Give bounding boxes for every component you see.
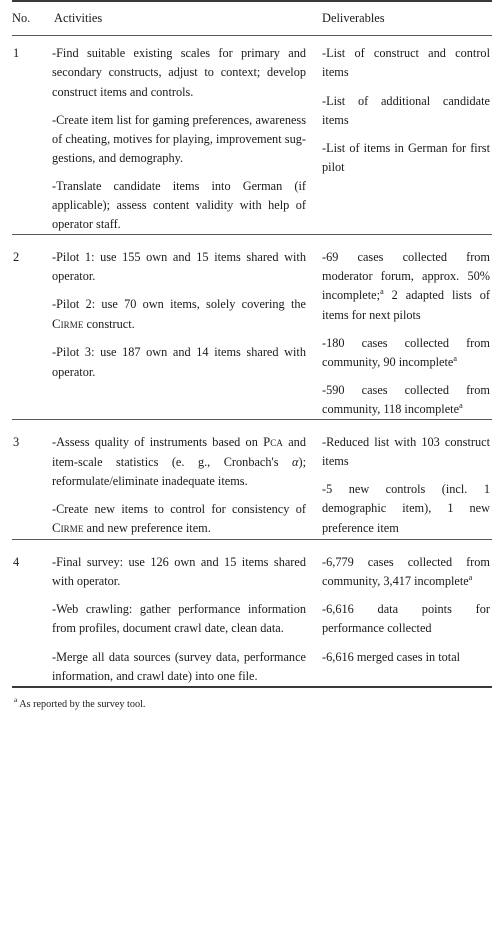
- row-number: 4: [13, 555, 20, 570]
- footnote-text: As reported by the survey tool.: [19, 698, 146, 710]
- column-header-activities: Activities: [54, 11, 103, 25]
- row-deliverables: -69 cases collected from moderator forum…: [320, 240, 492, 419]
- activity-item: -Merge all data sources (survey data, pe…: [52, 649, 306, 683]
- deliverable-item: -6,779 cases collected from community, 3…: [322, 555, 490, 589]
- booktabs-table: No. Activities Deliverables 1 -Find suit…: [12, 0, 492, 694]
- deliverable-item: -List of construct and control items: [322, 46, 490, 80]
- column-header-no: No.: [12, 11, 31, 25]
- column-header-deliverables: Deliverables: [322, 11, 385, 25]
- row-activities: -Pilot 1: use 155 own and 15 items share…: [52, 240, 320, 419]
- deliverable-item: -List of items in Ger­man for first pilo…: [322, 140, 490, 174]
- activity-item: -Create new items to control for con­sis…: [52, 502, 306, 536]
- row-activities: -Final survey: use 126 own and 15 items …: [52, 545, 320, 687]
- row-activities: -Assess quality of instruments based on …: [52, 425, 320, 539]
- deliverable-item: -180 cases collected from community, 90 …: [322, 335, 490, 369]
- research-phases-table: No. Activities Deliverables 1 -Find suit…: [0, 0, 504, 711]
- table-body: 1 -Find suitable existing scales for pri…: [12, 36, 492, 694]
- deliverable-item: -5 new controls (incl. 1 demographic ite…: [322, 482, 490, 535]
- activity-item: -Web crawling: gather performance inform…: [52, 602, 306, 636]
- activity-item: -Final survey: use 126 own and 15 items …: [52, 555, 306, 589]
- table-row: 2 -Pilot 1: use 155 own and 15 items sha…: [12, 240, 492, 419]
- row-number: 1: [13, 46, 20, 61]
- table-head: No. Activities Deliverables: [12, 0, 492, 37]
- activity-item: -Translate candidate items into Ger­man …: [52, 178, 306, 232]
- deliverable-item: -590 cases collected from community, 118…: [322, 382, 490, 417]
- bottomrule: [12, 685, 492, 694]
- activity-item: -Create item list for gaming pref­erence…: [52, 112, 306, 165]
- deliverable-item: -6,616 merged cases in total: [322, 649, 461, 664]
- deliverable-item: -List of additional can­didate items: [322, 93, 490, 127]
- row-activities: -Find suitable existing scales for pri­m…: [52, 36, 320, 234]
- table-row: 3 -Assess quality of instruments based o…: [12, 425, 492, 539]
- row-deliverables: -Reduced list with 103 construct items -…: [320, 425, 492, 539]
- row-number: 3: [13, 435, 20, 450]
- table-row: 4 -Final survey: use 126 own and 15 item…: [12, 545, 492, 687]
- header-row: No. Activities Deliverables: [12, 2, 492, 36]
- row-deliverables: -6,779 cases collected from community, 3…: [320, 545, 492, 687]
- table-row: 1 -Find suitable existing scales for pri…: [12, 36, 492, 234]
- activity-item: -Pilot 1: use 155 own and 15 items share…: [52, 250, 306, 284]
- activity-item: -Assess quality of instruments based on …: [52, 435, 306, 489]
- activity-item: -Find suitable existing scales for pri­m…: [52, 46, 306, 99]
- activity-item: -Pilot 2: use 70 own items, solely cover…: [52, 297, 306, 331]
- deliverable-item: -69 cases collected from moderator forum…: [322, 250, 490, 322]
- row-deliverables: -List of construct and control items -Li…: [320, 36, 492, 234]
- footnote-marker: a: [14, 695, 18, 705]
- deliverable-item: -6,616 data points for performance colle…: [322, 602, 490, 636]
- table-footnote: a As reported by the survey tool.: [12, 695, 494, 712]
- deliverable-item: -Reduced list with 103 construct items: [322, 435, 490, 469]
- row-number: 2: [13, 250, 20, 265]
- activity-item: -Pilot 3: use 187 own and 14 items share…: [52, 345, 306, 379]
